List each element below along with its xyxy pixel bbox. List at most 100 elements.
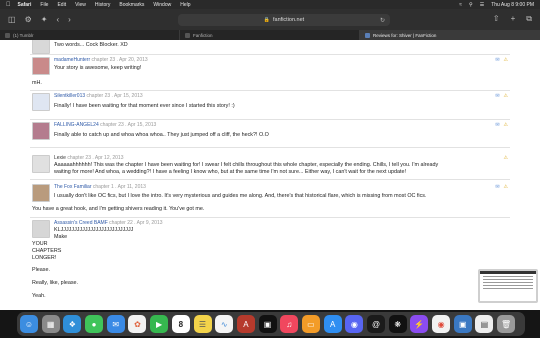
flag-icon[interactable]: ⚠ xyxy=(504,93,508,99)
facetime-icon[interactable]: ▶ xyxy=(150,315,169,333)
url-text: fanfiction.net xyxy=(273,17,305,23)
reply-icon[interactable]: ✉ xyxy=(495,122,499,128)
menu-view[interactable]: View xyxy=(75,2,86,8)
flag-icon[interactable]: ⚠ xyxy=(504,184,508,190)
music-icon[interactable]: ♫ xyxy=(280,315,299,333)
thumbnail-bar xyxy=(480,271,536,274)
review-item: Assassin's Creed BAMF chapter 22 . Apr 9… xyxy=(30,218,510,310)
books-icon[interactable]: ▭ xyxy=(301,315,320,333)
appletv-icon[interactable]: ▣ xyxy=(258,315,277,333)
avatar xyxy=(32,93,50,111)
document-icon[interactable]: ▤ xyxy=(475,315,494,333)
review-text: Really, like, please. xyxy=(32,280,79,286)
chrome-icon[interactable]: ◉ xyxy=(432,315,451,333)
fanfiction-favicon-icon xyxy=(365,32,370,38)
reply-icon[interactable]: ✉ xyxy=(495,57,499,63)
fanfiction-favicon-icon xyxy=(185,32,190,38)
reply-icon[interactable]: ✉ xyxy=(495,184,499,190)
screenshot-thumbnail[interactable] xyxy=(478,269,538,303)
appstore-icon[interactable]: A xyxy=(323,315,342,333)
flag-icon[interactable]: ⚠ xyxy=(504,122,508,128)
reviewer-link[interactable]: madameHunterr xyxy=(54,57,90,63)
reviewer-link[interactable]: The Fox Familiar xyxy=(54,184,92,190)
review-text: Your story is awesome, keep writing! xyxy=(54,65,142,71)
review-item: Two words... Cock Blocker. XD xyxy=(30,40,510,55)
flag-icon[interactable]: ⚠ xyxy=(504,155,508,161)
avatar xyxy=(32,184,50,202)
tab-reviews[interactable]: Reviews for: Shiver | FanFiction xyxy=(360,30,540,40)
tab-overview-icon[interactable]: ⧉ xyxy=(526,15,532,23)
discord-icon[interactable]: ◉ xyxy=(345,315,364,333)
reviewer-link[interactable]: Assassin's Creed BAMF xyxy=(54,220,108,226)
reviewer-link[interactable]: Silentkiller013 xyxy=(54,93,85,99)
thumbnail-line xyxy=(483,282,533,283)
launchpad-icon[interactable]: ▦ xyxy=(41,315,60,333)
preview-icon[interactable]: ▣ xyxy=(453,315,472,333)
review-text: Two words... Cock Blocker. XD xyxy=(54,42,128,48)
menu-help[interactable]: Help xyxy=(180,2,190,8)
address-bar[interactable]: 🔒 fanfiction.net ↻ xyxy=(178,14,390,26)
review-text: KLJJJJJJJJJJJJJJJJJJJJJJJJJJJ xyxy=(54,227,134,233)
tab-tumblr[interactable]: (1) Tumblr xyxy=(0,30,180,40)
review-header: Lexie chapter 23 . Apr 12, 2013 xyxy=(54,155,124,161)
messenger-icon[interactable]: ⚡ xyxy=(410,315,429,333)
back-button[interactable]: ‹ xyxy=(56,15,59,24)
tab-fanfiction[interactable]: Fanfiction xyxy=(180,30,360,40)
safari-icon[interactable]: ❖ xyxy=(63,315,82,333)
menu-file[interactable]: File xyxy=(40,2,48,8)
menu-edit[interactable]: Edit xyxy=(57,2,66,8)
avatar xyxy=(32,57,50,75)
new-tab-icon[interactable]: + xyxy=(511,15,516,23)
review-header: The Fox Familiar chapter 1 . Apr 11, 201… xyxy=(54,184,146,190)
macos-menubar:  Safari File Edit View History Bookmark… xyxy=(0,0,540,9)
toolbar-right: ⇧ + ⧉ xyxy=(482,15,532,23)
forward-button[interactable]: › xyxy=(68,15,71,24)
freeform-icon[interactable]: ∿ xyxy=(215,315,234,333)
safari-toolbar: ◫ ⚙ ✦ ‹ › 🔒 fanfiction.net ↻ ⇧ + ⧉ xyxy=(0,9,540,30)
search-icon[interactable]: ⚲ xyxy=(469,2,473,8)
wifi-icon[interactable]: ≈ xyxy=(459,2,462,8)
apple-menu-icon[interactable]:  xyxy=(6,2,11,8)
reviews-page: Two words... Cock Blocker. XD madameHunt… xyxy=(0,40,540,310)
review-meta: chapter 23 . Apr 12, 2013 xyxy=(67,155,124,161)
review-text: Please. xyxy=(32,267,50,273)
reviewer-link[interactable]: FALLING-ANGEL24 xyxy=(54,122,99,128)
menu-bookmarks[interactable]: Bookmarks xyxy=(119,2,144,8)
share-icon[interactable]: ⇧ xyxy=(493,15,500,23)
review-actions: ✉ ⚠ xyxy=(495,57,508,63)
notes-icon[interactable]: ☰ xyxy=(193,315,212,333)
mail-icon[interactable]: ✉ xyxy=(106,315,125,333)
calendar-icon[interactable]: 8 xyxy=(171,315,190,333)
control-center-icon[interactable]: ☰ xyxy=(480,2,484,8)
tab-group-icon[interactable]: ⚙ xyxy=(25,15,32,24)
reply-icon[interactable]: ✉ xyxy=(495,93,499,99)
review-text: mH. xyxy=(32,80,42,86)
menu-safari[interactable]: Safari xyxy=(18,2,32,8)
dictionary-icon[interactable]: A xyxy=(236,315,255,333)
reviewer-name: Lexie xyxy=(54,155,66,161)
review-actions: ✉ ⚠ xyxy=(495,184,508,190)
review-meta: chapter 23 . Apr 15, 2013 xyxy=(86,93,143,99)
menu-history[interactable]: History xyxy=(95,2,111,8)
flag-icon[interactable]: ⚠ xyxy=(504,57,508,63)
trash-icon[interactable]: 🗑 xyxy=(497,315,516,333)
tumblr-favicon-icon xyxy=(5,32,10,38)
review-text: LONGER! xyxy=(32,255,57,261)
sidebar-toggle-icon[interactable]: ◫ xyxy=(8,15,16,24)
review-header: madameHunterr chapter 23 . Apr 20, 2013 xyxy=(54,57,148,63)
extension-icon[interactable]: ✦ xyxy=(41,15,48,24)
chatgpt-icon[interactable]: ❋ xyxy=(388,315,407,333)
review-actions: ✉ ⚠ xyxy=(495,93,508,99)
menu-window[interactable]: Window xyxy=(153,2,171,8)
reload-icon[interactable]: ↻ xyxy=(380,17,385,24)
finder-icon[interactable]: ☺ xyxy=(20,315,38,333)
review-actions: ✉ ⚠ xyxy=(495,122,508,128)
review-text: CHAPTERS xyxy=(32,248,62,254)
review-text: Aaaaaahhhhhh! This was the chapter I hav… xyxy=(54,162,439,168)
messages-icon[interactable]: ● xyxy=(85,315,104,333)
clock[interactable]: Thu Aug 8 9:00 PM xyxy=(491,2,534,8)
photos-icon[interactable]: ✿ xyxy=(128,315,147,333)
threads-icon[interactable]: @ xyxy=(367,315,385,333)
lock-icon: 🔒 xyxy=(263,17,271,23)
review-item: FALLING-ANGEL24 chapter 23 . Apr 15, 201… xyxy=(30,120,510,148)
